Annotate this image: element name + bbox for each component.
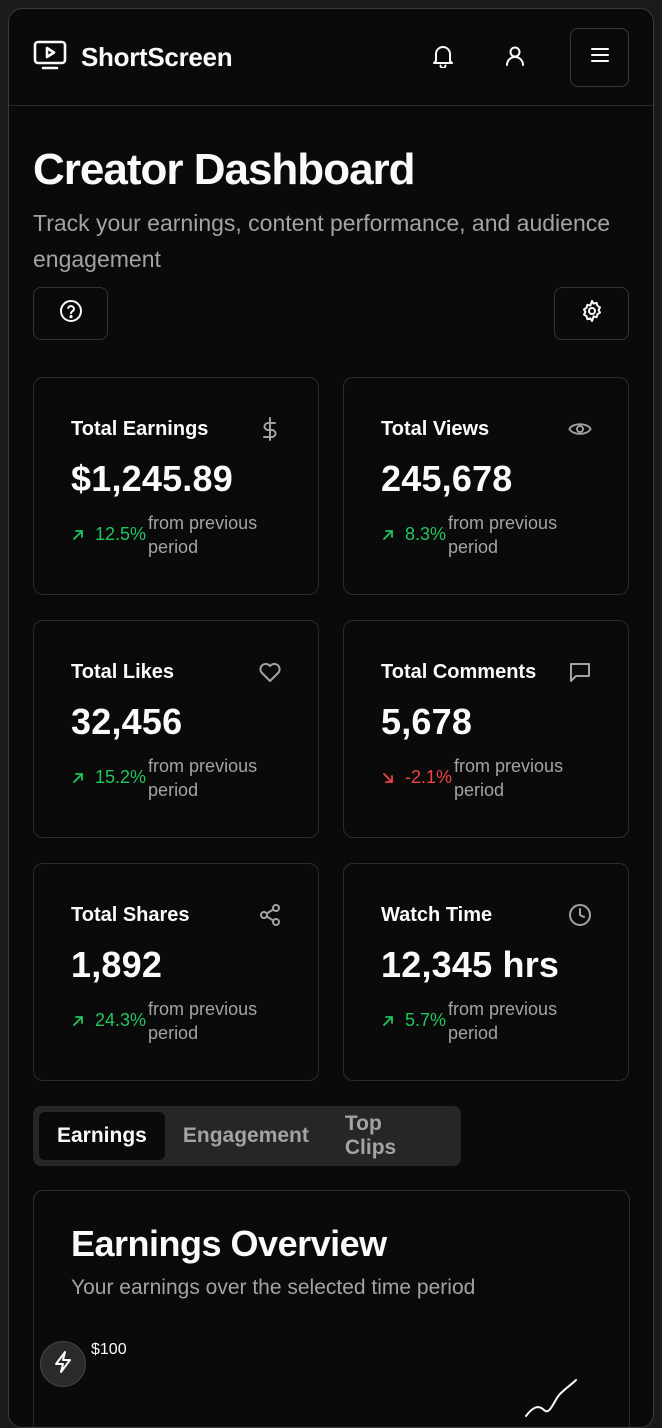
bell-icon[interactable] <box>429 42 457 70</box>
stat-card-earnings: Total Earnings $1,245.89 12.5% from prev… <box>33 377 319 595</box>
trend-up-icon <box>381 1009 401 1033</box>
help-circle-icon <box>59 299 83 328</box>
brand-name: ShortScreen <box>81 42 233 72</box>
stat-change: -2.1% from previous period <box>381 754 584 802</box>
tab-earnings[interactable]: Earnings <box>39 1112 165 1160</box>
menu-icon <box>590 47 610 68</box>
dashboard-tabs: Earnings Engagement Top Clips <box>33 1106 461 1166</box>
help-button[interactable] <box>33 287 108 340</box>
overview-title: Earnings Overview <box>71 1223 387 1264</box>
app-frame: ShortScreen Creator Dashboard Track your… <box>8 8 654 1428</box>
stat-label: Watch Time <box>381 904 493 926</box>
stat-label: Total Comments <box>381 661 537 683</box>
message-icon <box>568 660 592 684</box>
trend-up-icon <box>71 1009 91 1033</box>
change-value: 5.7% <box>405 1010 447 1030</box>
settings-button[interactable] <box>554 287 629 340</box>
heart-icon <box>258 660 282 684</box>
stat-change: 12.5% from previous period <box>71 511 278 559</box>
stat-value: 32,456 <box>71 701 183 742</box>
trend-down-icon <box>381 766 401 790</box>
earnings-overview-card: Earnings Overview Your earnings over the… <box>33 1190 630 1427</box>
earnings-line <box>525 1379 577 1417</box>
eye-icon <box>568 417 592 441</box>
menu-button[interactable] <box>570 28 629 87</box>
quick-action-button[interactable] <box>40 1341 86 1387</box>
stat-label: Total Views <box>381 418 490 440</box>
change-note: from previous period <box>448 999 558 1043</box>
stat-value: 245,678 <box>381 458 513 499</box>
stat-value: 5,678 <box>381 701 473 742</box>
change-note: from previous period <box>454 756 564 800</box>
stat-change: 5.7% from previous period <box>381 997 578 1045</box>
change-value: -2.1% <box>405 767 453 787</box>
change-note: from previous period <box>148 756 258 800</box>
stat-value: $1,245.89 <box>71 458 233 499</box>
stat-card-comments: Total Comments 5,678 -2.1% from previous… <box>343 620 629 838</box>
share-icon <box>258 903 282 927</box>
stat-card-likes: Total Likes 32,456 15.2% from previous p… <box>33 620 319 838</box>
stat-card-views: Total Views 245,678 8.3% from previous p… <box>343 377 629 595</box>
overview-subtitle: Your earnings over the selected time per… <box>71 1276 476 1299</box>
change-value: 15.2% <box>95 767 147 787</box>
lightning-icon <box>52 1350 74 1379</box>
trend-up-icon <box>71 766 91 790</box>
change-value: 24.3% <box>95 1010 147 1030</box>
stat-card-shares: Total Shares 1,892 24.3% from previous p… <box>33 863 319 1081</box>
user-icon[interactable] <box>501 42 529 70</box>
page-title: Creator Dashboard <box>33 145 416 194</box>
stat-value: 1,892 <box>71 944 163 985</box>
stat-change: 8.3% from previous period <box>381 511 578 559</box>
stat-card-watch-time: Watch Time 12,345 hrs 5.7% from previous… <box>343 863 629 1081</box>
tab-engagement[interactable]: Engagement <box>165 1112 327 1160</box>
tv-play-icon <box>33 39 67 76</box>
stat-label: Total Shares <box>71 904 190 926</box>
earnings-line-chart <box>525 1379 577 1417</box>
trend-up-icon <box>381 523 401 547</box>
trend-up-icon <box>71 523 91 547</box>
stat-change: 24.3% from previous period <box>71 997 278 1045</box>
clock-icon <box>568 903 592 927</box>
tab-top-clips[interactable]: Top Clips <box>327 1112 455 1160</box>
page-subtitle: Track your earnings, content performance… <box>33 210 611 272</box>
stat-value: 12,345 hrs <box>381 944 560 985</box>
gear-icon <box>580 299 604 328</box>
dollar-icon <box>258 417 282 441</box>
stat-change: 15.2% from previous period <box>71 754 278 802</box>
change-value: 8.3% <box>405 524 447 544</box>
brand[interactable]: ShortScreen <box>33 39 233 76</box>
stat-label: Total Likes <box>71 661 174 683</box>
change-value: 12.5% <box>95 524 147 544</box>
change-note: from previous period <box>148 999 258 1043</box>
top-header: ShortScreen <box>9 9 653 106</box>
change-note: from previous period <box>448 513 558 557</box>
change-note: from previous period <box>148 513 258 557</box>
y-axis-tick: $100 <box>91 1341 127 1358</box>
stat-label: Total Earnings <box>71 418 209 440</box>
